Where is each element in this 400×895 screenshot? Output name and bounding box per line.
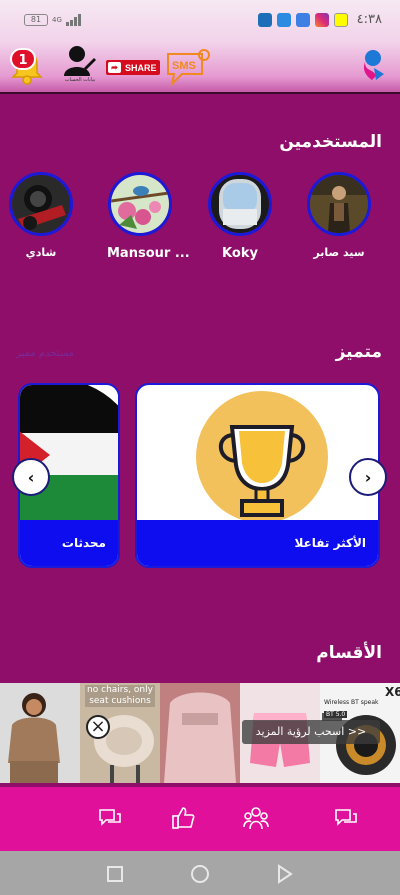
- ad-close-button[interactable]: ×: [86, 715, 110, 739]
- avatar: [9, 172, 73, 236]
- app-logo: [360, 48, 386, 82]
- user-name: Mansour ...: [107, 246, 190, 261]
- account-caption: بيانات الحساب: [64, 77, 96, 83]
- share-arrow-icon: ➦: [108, 62, 121, 73]
- ad-brand: X6: [385, 685, 400, 699]
- comments-icon[interactable]: [334, 805, 360, 831]
- sms-label: SMS: [172, 60, 196, 72]
- ad-headline: no chairs, only seat cushions: [85, 685, 155, 707]
- recents-icon[interactable]: [106, 865, 124, 883]
- chevron-right-icon: ›: [364, 467, 372, 487]
- bottom-navigation: [0, 787, 400, 851]
- system-navigation-bar: [0, 851, 400, 895]
- like-icon[interactable]: [170, 805, 196, 831]
- user-name: سيد صابر: [313, 246, 365, 259]
- avatar: [208, 172, 272, 236]
- avatar: [307, 172, 371, 236]
- close-icon: ×: [90, 716, 106, 737]
- ad-swipe-label[interactable]: اسحب لرؤية المزيد >>: [242, 720, 380, 744]
- chevron-left-icon: ‹: [27, 467, 35, 487]
- share-label: SHARE: [125, 62, 157, 73]
- user-edit-icon: [64, 46, 96, 76]
- user-item[interactable]: شادي: [8, 172, 74, 259]
- users-section-title: المستخدمين: [279, 132, 382, 152]
- share-button[interactable]: ➦ SHARE: [106, 60, 160, 75]
- carousel-next-button[interactable]: ›: [349, 458, 387, 496]
- logo-icon: [363, 50, 384, 80]
- back-icon[interactable]: [276, 864, 294, 884]
- status-right: ٤:٣٨: [257, 12, 382, 27]
- featured-faded-label: مستخدم مميز: [16, 348, 75, 359]
- ad-mini-label: BT 5.0: [324, 711, 348, 718]
- flag-image: [20, 385, 118, 520]
- status-left: 81 4G: [24, 14, 81, 26]
- featured-section-title: متميز: [335, 342, 382, 362]
- group-icon[interactable]: [243, 805, 269, 831]
- status-bar: 81 4G ٤:٣٨: [0, 0, 400, 40]
- app-notification-icon: [295, 12, 310, 27]
- ad-speaker-text: Wireless BT speak: [324, 699, 379, 706]
- categories-section-title: الأقسام: [316, 643, 382, 663]
- snapchat-icon: [333, 12, 348, 27]
- ad-banner[interactable]: no chairs, only seat cushions × اسحب لرؤ…: [0, 683, 400, 783]
- card-label: الأكثر تفاعلا: [137, 520, 378, 566]
- user-name: شادي: [25, 246, 57, 259]
- app-notification-icon: [257, 12, 272, 27]
- signal-icon: [65, 14, 81, 26]
- sms-bubble-icon: SMS: [167, 49, 210, 88]
- ad-product-image: [160, 683, 240, 783]
- user-item[interactable]: Mansour ...: [107, 172, 190, 261]
- network-type: 4G: [52, 16, 62, 24]
- trophy-icon: [196, 391, 328, 520]
- user-name: Koky: [222, 246, 258, 261]
- notifications-button[interactable]: 1: [10, 46, 44, 86]
- user-item[interactable]: سيد صابر: [306, 172, 372, 259]
- sms-button[interactable]: SMS: [164, 48, 212, 88]
- card-label: محدثات: [20, 520, 118, 566]
- notification-badge: 1: [10, 48, 36, 70]
- ad-product-image: [0, 683, 80, 783]
- battery-indicator: 81: [24, 14, 48, 26]
- chat-icon[interactable]: [98, 805, 124, 831]
- clock: ٤:٣٨: [356, 12, 382, 27]
- home-icon[interactable]: [190, 864, 210, 884]
- carousel-prev-button[interactable]: ‹: [12, 458, 50, 496]
- avatar: [108, 172, 172, 236]
- app-notification-icon: [276, 12, 291, 27]
- featured-card[interactable]: الأكثر تفاعلا: [135, 383, 380, 568]
- top-app-bar: 1 بيانات الحساب ➦ SHARE SMS: [0, 40, 400, 94]
- user-item[interactable]: Koky: [207, 172, 273, 261]
- instagram-icon: [314, 12, 329, 27]
